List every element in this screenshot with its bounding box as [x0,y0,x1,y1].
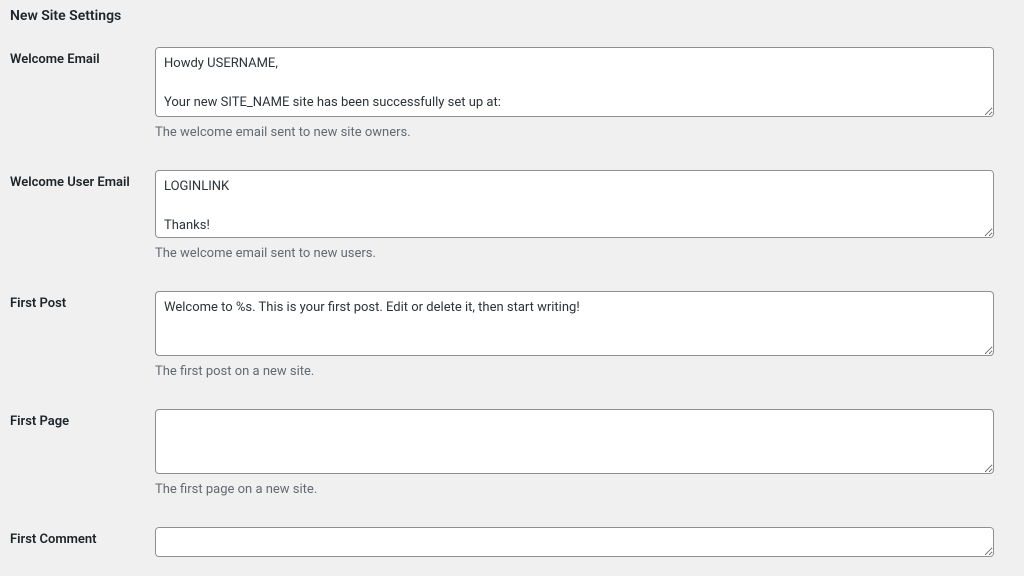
first-page-textarea[interactable] [155,409,994,474]
first-page-description: The first page on a new site. [155,482,994,497]
welcome-email-label: Welcome Email [10,32,155,155]
first-post-label: First Post [10,276,155,394]
welcome-email-textarea[interactable] [155,47,994,117]
first-comment-label: First Comment [10,512,155,576]
first-post-textarea[interactable] [155,291,994,356]
welcome-user-email-label: Welcome User Email [10,155,155,276]
settings-form-table: Welcome Email The welcome email sent to … [10,32,1004,576]
welcome-user-email-textarea[interactable] [155,170,994,238]
first-page-label: First Page [10,394,155,512]
welcome-email-description: The welcome email sent to new site owner… [155,125,994,140]
welcome-user-email-description: The welcome email sent to new users. [155,246,994,261]
first-post-description: The first post on a new site. [155,364,994,379]
section-heading: New Site Settings [10,8,1004,24]
first-comment-textarea[interactable] [155,527,994,557]
